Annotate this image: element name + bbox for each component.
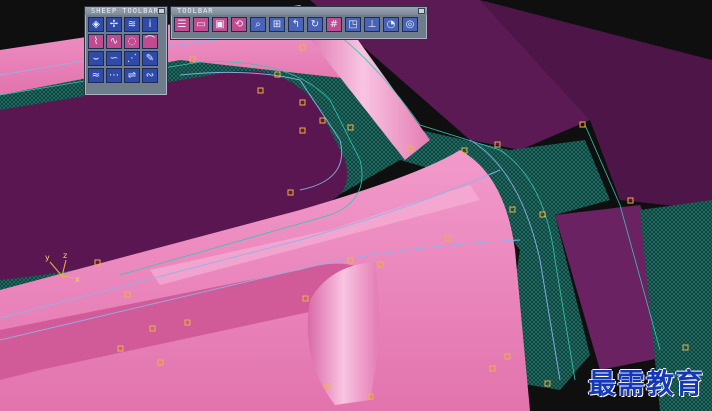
- fit-view-icon: ⊞: [272, 18, 282, 30]
- spline-icon: ∽: [109, 52, 119, 64]
- blend-curve-icon: ⌒: [145, 35, 155, 47]
- track-icon: ↰: [291, 18, 301, 30]
- wave-curve-icon: ∿: [109, 35, 119, 47]
- layers-icon: ≋: [127, 18, 137, 30]
- refresh-icon: ◎: [405, 18, 415, 30]
- curve-on-surface-icon: ⌣: [92, 52, 100, 64]
- loft-icon: ≈: [91, 69, 101, 81]
- pick-surface-icon: ◈: [92, 18, 100, 30]
- cube-icon: ▣: [215, 18, 225, 30]
- sheep-layers-button[interactable]: ≋: [124, 17, 140, 32]
- fillet-icon: ∾: [145, 69, 155, 81]
- sheep-toolbar-buttons: ◈ ✢ ≋ i ⌇ ∿ ◌ ⌒ ⌣ ∽ ⋰ ✎ ≈ ⋯ ⇌ ∾: [85, 15, 167, 85]
- rail-icon: ⋯: [109, 69, 119, 81]
- sheep-info-button[interactable]: i: [142, 17, 158, 32]
- view-refresh-button[interactable]: ◎: [402, 17, 418, 32]
- offset-icon: ⇌: [127, 69, 137, 81]
- tumble-icon: ⟲: [234, 18, 244, 30]
- sheep-rail-button[interactable]: ⋯: [106, 68, 122, 83]
- view-grid-button[interactable]: #: [326, 17, 342, 32]
- sheep-toolbar-title[interactable]: SHEEP TOOLBAR: [85, 7, 167, 15]
- view-toolbar-title[interactable]: TOOLBAR: [171, 7, 427, 15]
- axis-label-y: y: [45, 253, 50, 262]
- shade-icon: ◔: [386, 18, 396, 30]
- sheep-spline-button[interactable]: ∽: [106, 51, 122, 66]
- view-axis-button[interactable]: ⊥: [364, 17, 380, 32]
- magnify-icon: ⌕: [255, 18, 261, 30]
- rotate-view-icon: ↻: [310, 18, 320, 30]
- sheep-surface-tools-button[interactable]: ✢: [106, 17, 122, 32]
- sheep-curve-on-surface-button[interactable]: ⌣: [88, 51, 104, 66]
- view-toolbar-buttons: ☰ ▭ ▣ ⟲ ⌕ ⊞ ↰ ↻ # ◳ ⊥ ◔ ◎: [171, 15, 427, 34]
- sheep-blend-curve-button[interactable]: ⌒: [142, 34, 158, 49]
- lasso-curve-icon: ◌: [127, 35, 137, 47]
- rebuild-icon: ✎: [145, 52, 155, 64]
- view-toolbar-close-button[interactable]: [418, 8, 425, 14]
- edit-curve-icon: ⌇: [93, 35, 99, 47]
- view-shade-button[interactable]: ◔: [383, 17, 399, 32]
- trim-icon: ⋰: [127, 52, 137, 64]
- view-fit-view-button[interactable]: ⊞: [269, 17, 285, 32]
- sheep-trim-button[interactable]: ⋰: [124, 51, 140, 66]
- frame-icon: ◳: [348, 18, 358, 30]
- sheep-edit-curve-button[interactable]: ⌇: [88, 34, 104, 49]
- sheep-offset-button[interactable]: ⇌: [124, 68, 140, 83]
- grid-icon: #: [329, 18, 339, 30]
- axis-label-x: x: [75, 275, 80, 284]
- surface-tools-icon: ✢: [109, 18, 119, 30]
- sheep-toolbar-close-button[interactable]: [158, 8, 165, 14]
- sheep-wave-curve-button[interactable]: ∿: [106, 34, 122, 49]
- sheep-toolbar[interactable]: SHEEP TOOLBAR ◈ ✢ ≋ i ⌇ ∿ ◌ ⌒ ⌣ ∽ ⋰ ✎ ≈ ⋯ ⇌ ∾: [84, 6, 168, 96]
- view-rotate-view-button[interactable]: ↻: [307, 17, 323, 32]
- sheep-pick-surface-button[interactable]: ◈: [88, 17, 104, 32]
- axis-label-z: z: [63, 251, 67, 260]
- view-cube-button[interactable]: ▣: [212, 17, 228, 32]
- axis-icon: ⊥: [367, 18, 377, 30]
- window-icon: ▭: [196, 18, 206, 30]
- view-frame-button[interactable]: ◳: [345, 17, 361, 32]
- sheep-loft-button[interactable]: ≈: [88, 68, 104, 83]
- watermark-text: 最需教育: [588, 367, 705, 400]
- align-left-icon: ☰: [177, 18, 187, 30]
- view-align-left-button[interactable]: ☰: [174, 17, 190, 32]
- info-icon: i: [148, 18, 152, 30]
- view-track-button[interactable]: ↰: [288, 17, 304, 32]
- view-toolbar[interactable]: TOOLBAR ☰ ▭ ▣ ⟲ ⌕ ⊞ ↰ ↻ # ◳ ⊥ ◔ ◎: [170, 6, 428, 40]
- view-tumble-button[interactable]: ⟲: [231, 17, 247, 32]
- sheep-rebuild-button[interactable]: ✎: [142, 51, 158, 66]
- view-magnify-button[interactable]: ⌕: [250, 17, 266, 32]
- sheep-lasso-curve-button[interactable]: ◌: [124, 34, 140, 49]
- view-window-button[interactable]: ▭: [193, 17, 209, 32]
- sheep-fillet-button[interactable]: ∾: [142, 68, 158, 83]
